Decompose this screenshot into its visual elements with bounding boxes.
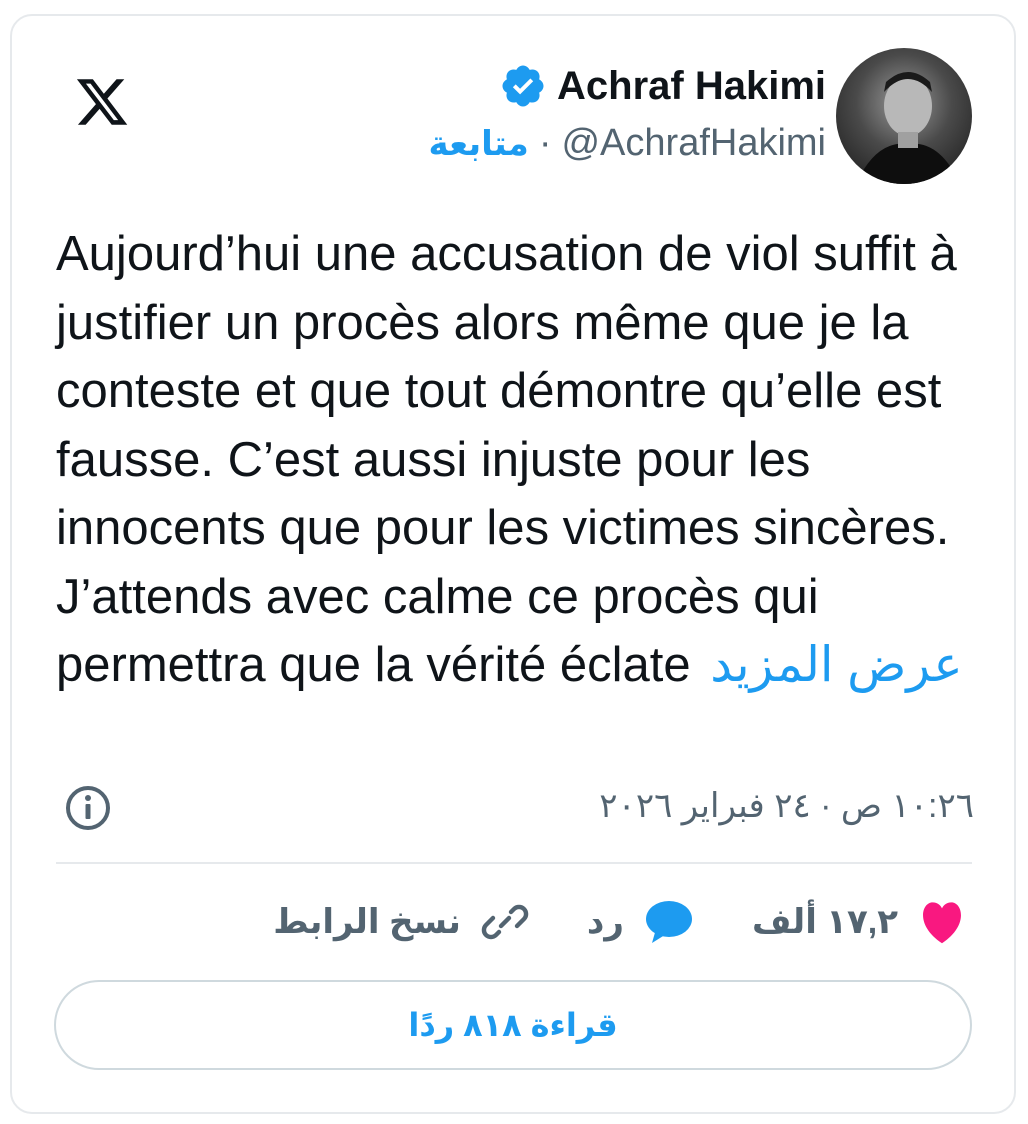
avatar-photo xyxy=(856,72,960,184)
author-info: Achraf Hakimi متابعة · @AchrafHakimi xyxy=(429,60,826,165)
read-replies-button[interactable]: قراءة ٨١٨ ردًا xyxy=(54,980,972,1070)
action-bar: ١٧,٢ ألف رد نسخ الرابط xyxy=(273,898,966,946)
reply-label: رد xyxy=(586,903,624,941)
post-timestamp[interactable]: ١٠:٢٦ ص · ٢٤ فبراير ٢٠٢٦ xyxy=(599,786,974,826)
link-icon xyxy=(481,904,529,940)
copy-link-label: نسخ الرابط xyxy=(273,903,461,941)
display-name[interactable]: Achraf Hakimi xyxy=(557,64,826,109)
separator-dot: · xyxy=(538,122,552,164)
avatar[interactable] xyxy=(836,48,972,184)
x-logo-icon[interactable] xyxy=(70,74,134,130)
copy-link-button[interactable]: نسخ الرابط xyxy=(273,898,529,946)
follow-button[interactable]: متابعة xyxy=(429,124,529,164)
post-body: Aujourd’hui une accusation de viol suffi… xyxy=(56,227,957,692)
read-replies-label: قراءة ٨١٨ ردًا xyxy=(408,1007,618,1043)
info-icon[interactable] xyxy=(64,784,112,832)
verified-badge-icon xyxy=(502,65,544,107)
like-button[interactable]: ١٧,٢ ألف xyxy=(752,900,966,944)
name-row: Achraf Hakimi xyxy=(429,60,826,112)
heart-icon xyxy=(923,902,961,944)
divider xyxy=(56,862,972,864)
like-count: ١٧,٢ ألف xyxy=(751,903,898,941)
post-text: Aujourd’hui une accusation de viol suffi… xyxy=(56,220,986,700)
user-handle[interactable]: @AchrafHakimi xyxy=(561,122,826,165)
reply-bubble-icon xyxy=(645,901,692,943)
handle-row: متابعة · @AchrafHakimi xyxy=(429,122,826,165)
reply-button[interactable]: رد xyxy=(587,899,694,945)
show-more-link[interactable]: عرض المزيد xyxy=(710,638,962,692)
